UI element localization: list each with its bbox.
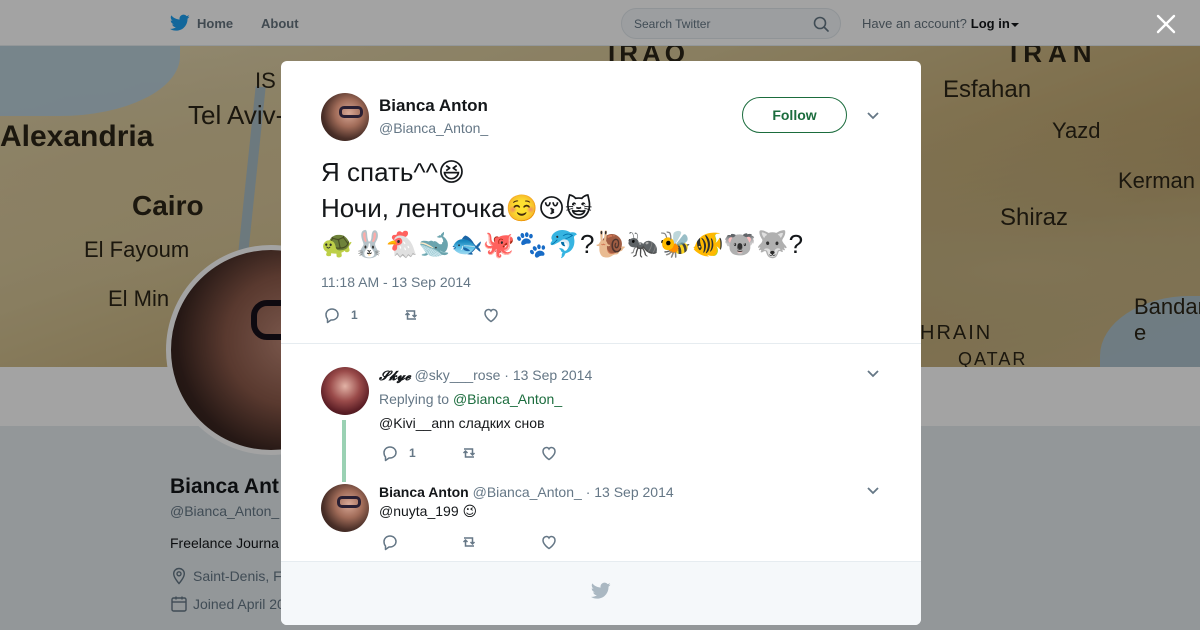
retweet-action[interactable] [460, 533, 478, 551]
reply-action[interactable]: 1 [323, 306, 358, 324]
retweet-action[interactable] [460, 444, 478, 462]
reply-author-name[interactable]: Bianca Anton [379, 484, 469, 500]
reply-count: 1 [351, 308, 358, 322]
reply-text: @nuyta_199 😉 [379, 503, 478, 519]
like-action[interactable] [540, 533, 558, 551]
twitter-bird-icon [591, 582, 611, 599]
reply-count: 1 [409, 446, 416, 460]
reply-action[interactable]: 1 [381, 444, 416, 462]
heart-icon[interactable] [482, 306, 500, 324]
avatar-glasses-shape [337, 496, 361, 508]
chevron-down-icon[interactable] [866, 369, 880, 379]
tweet-text-line: 🐢🐰🐔🐋🐟🐙🐾🐬?🐌🐜🐝🐠🐨🐺? [321, 229, 804, 259]
replying-to-handle-link[interactable]: @Bianca_Anton_ [453, 391, 562, 407]
replying-to-prefix: Replying to [379, 391, 450, 407]
reply-header: 𝓢𝓴𝔂𝓮 @sky___rose · 13 Sep 2014 [379, 367, 592, 384]
reply-text: @Kivi__ann сладких снов [379, 415, 545, 431]
like-action[interactable] [540, 444, 558, 462]
retweet-icon[interactable] [402, 306, 420, 324]
close-icon[interactable] [1156, 14, 1176, 34]
heart-icon[interactable] [540, 444, 558, 462]
reply-author-handle[interactable]: @Bianca_Anton_ [473, 484, 582, 500]
tweet-text-line: Я спать^^😆 [321, 157, 465, 187]
divider [281, 343, 921, 344]
reply-icon[interactable] [381, 533, 399, 551]
avatar-glasses-shape [339, 106, 363, 118]
chevron-down-icon[interactable] [866, 486, 880, 496]
retweet-action[interactable] [402, 306, 420, 324]
reply-author-name[interactable]: 𝓢𝓴𝔂𝓮 [379, 369, 411, 384]
retweet-icon[interactable] [460, 444, 478, 462]
retweet-icon[interactable] [460, 533, 478, 551]
reply-author-avatar[interactable] [321, 367, 369, 415]
follow-button[interactable]: Follow [742, 97, 847, 133]
tweet-modal: Bianca Anton @Bianca_Anton_ Follow Я спа… [281, 61, 921, 625]
reply-icon[interactable] [381, 444, 399, 462]
tweet-timestamp[interactable]: 11:18 AM - 13 Sep 2014 [321, 274, 471, 290]
tweet-author-name[interactable]: Bianca Anton [379, 96, 488, 116]
reply-header: Bianca Anton @Bianca_Anton_ · 13 Sep 201… [379, 484, 674, 500]
replying-to: Replying to @Bianca_Anton_ [379, 391, 562, 407]
reply-date[interactable]: · 13 Sep 2014 [504, 367, 592, 383]
reply-author-avatar[interactable] [321, 484, 369, 532]
reply-author-handle[interactable]: @sky___rose [415, 367, 501, 383]
tweet-text: Я спать^^😆 Ночи, ленточка☺️😚😺 🐢🐰🐔🐋🐟🐙🐾🐬?🐌… [321, 154, 803, 262]
like-action[interactable] [482, 306, 500, 324]
tweet-author-handle[interactable]: @Bianca_Anton_ [379, 120, 488, 136]
reply-action[interactable] [381, 533, 399, 551]
reply-date[interactable]: · 13 Sep 2014 [586, 484, 674, 500]
modal-footer [281, 561, 921, 625]
thread-connector-line [342, 420, 346, 482]
chevron-down-icon[interactable] [866, 111, 880, 121]
tweet-text-line: Ночи, ленточка☺️😚😺 [321, 193, 593, 223]
reply-icon[interactable] [323, 306, 341, 324]
tweet-author-avatar[interactable] [321, 93, 369, 141]
heart-icon[interactable] [540, 533, 558, 551]
